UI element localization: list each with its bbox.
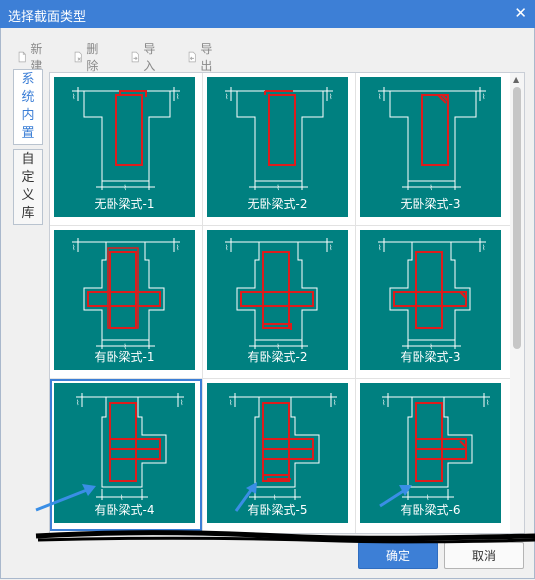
section-label: 有卧梁式-2: [247, 350, 308, 364]
delete-file-icon: [74, 51, 82, 63]
grid-divider: [50, 225, 510, 226]
section-type-option[interactable]: ⌇ ⌇ ⌇ 有卧梁式-4: [50, 379, 202, 531]
section-thumbnail: ⌇ ⌇ ⌇ 有卧梁式-5: [207, 383, 348, 523]
section-label: 无卧梁式-2: [247, 197, 308, 211]
section-thumbnail: ⌇ ⌇ ⌇ 无卧梁式-3: [360, 77, 501, 217]
svg-text:⌇: ⌇: [225, 244, 228, 252]
svg-text:⌇: ⌇: [482, 93, 485, 101]
section-thumbnail: ⌇ ⌇ ⌇ 有卧梁式-4: [54, 383, 195, 523]
svg-text:⌇: ⌇: [378, 93, 381, 101]
export-label: 导出: [200, 42, 213, 73]
scroll-thumb[interactable]: [513, 87, 521, 349]
vertical-scrollbar[interactable]: ▲: [510, 73, 524, 533]
svg-text:⌇: ⌇: [378, 244, 381, 252]
section-type-grid: ⌇ ⌇ ⌇ 无卧梁式-1 ⌇ ⌇ ⌇ 无卧梁式-2 ⌇ ⌇ ⌇ 无卧梁式-3 ⌇ ⌇ ⌇ 有卧梁式-1 ⌇ ⌇ ⌇ 有…: [49, 72, 525, 534]
dialog-title: 选择截面类型: [8, 10, 87, 25]
section-label: 无卧梁式-1: [94, 197, 155, 211]
scroll-up-arrow-icon[interactable]: ▲: [513, 75, 519, 84]
svg-text:⌇: ⌇: [482, 244, 485, 252]
section-label: 有卧梁式-3: [400, 350, 461, 364]
title-bar: 选择截面类型 ✕: [0, 0, 535, 28]
close-icon[interactable]: ✕: [514, 4, 527, 22]
section-thumbnail: ⌇ ⌇ ⌇ 无卧梁式-1: [54, 77, 195, 217]
import-label: 导入: [143, 42, 156, 73]
section-type-option[interactable]: ⌇ ⌇ ⌇ 无卧梁式-1: [50, 73, 202, 225]
ok-button[interactable]: 确定: [358, 542, 438, 569]
new-file-icon: [18, 51, 26, 63]
section-type-option[interactable]: ⌇ ⌇ ⌇ 无卧梁式-2: [203, 73, 355, 225]
svg-text:⌇: ⌇: [329, 93, 332, 101]
dialog-body: 新建 删除 导入 导出 系统内置 自定义库 ⌇ ⌇ ⌇ 无卧梁式-1 ⌇ ⌇ ⌇ 无: [0, 28, 535, 579]
section-label: 有卧梁式-6: [400, 503, 461, 517]
section-thumbnail: ⌇ ⌇ ⌇ 有卧梁式-2: [207, 230, 348, 370]
svg-text:⌇: ⌇: [72, 244, 75, 252]
delete-button[interactable]: 删除: [73, 40, 103, 74]
section-type-option[interactable]: ⌇ ⌇ ⌇ 有卧梁式-3: [356, 226, 508, 378]
section-thumbnail: ⌇ ⌇ ⌇ 有卧梁式-3: [360, 230, 501, 370]
tab-custom-library[interactable]: 自定义库: [13, 149, 43, 225]
svg-text:⌇: ⌇: [382, 399, 385, 407]
tab-system-builtin[interactable]: 系统内置: [13, 69, 43, 145]
section-type-option[interactable]: ⌇ ⌇ ⌇ 有卧梁式-2: [203, 226, 355, 378]
section-label: 无卧梁式-3: [400, 197, 461, 211]
section-type-option[interactable]: ⌇ ⌇ ⌇ 有卧梁式-5: [203, 379, 355, 531]
svg-text:⌇: ⌇: [176, 244, 179, 252]
svg-text:⌇: ⌇: [430, 184, 433, 192]
export-icon: [188, 51, 196, 63]
section-thumbnail: ⌇ ⌇ ⌇ 无卧梁式-2: [207, 77, 348, 217]
svg-text:⌇: ⌇: [225, 93, 228, 101]
cancel-button[interactable]: 取消: [444, 542, 524, 569]
grid-divider: [50, 378, 510, 379]
section-thumbnail: ⌇ ⌇ ⌇ 有卧梁式-6: [360, 383, 501, 523]
section-type-option[interactable]: ⌇ ⌇ ⌇ 有卧梁式-1: [50, 226, 202, 378]
import-icon: [131, 51, 139, 63]
svg-text:⌇: ⌇: [72, 93, 75, 101]
section-thumbnail: ⌇ ⌇ ⌇ 有卧梁式-1: [54, 230, 195, 370]
section-type-option[interactable]: ⌇ ⌇ ⌇ 有卧梁式-6: [356, 379, 508, 531]
section-label: 有卧梁式-1: [94, 350, 155, 364]
svg-text:⌇: ⌇: [486, 399, 489, 407]
svg-text:⌇: ⌇: [76, 399, 79, 407]
svg-text:⌇: ⌇: [329, 244, 332, 252]
delete-label: 删除: [86, 42, 99, 73]
svg-text:⌇: ⌇: [176, 93, 179, 101]
import-button[interactable]: 导入: [130, 40, 160, 74]
svg-text:⌇: ⌇: [124, 184, 127, 192]
grid-divider: [355, 73, 356, 533]
svg-text:⌇: ⌇: [277, 184, 280, 192]
export-button[interactable]: 导出: [187, 40, 217, 74]
svg-text:⌇: ⌇: [180, 399, 183, 407]
section-label: 有卧梁式-4: [94, 503, 155, 517]
svg-text:⌇: ⌇: [229, 399, 232, 407]
section-type-option[interactable]: ⌇ ⌇ ⌇ 无卧梁式-3: [356, 73, 508, 225]
svg-text:⌇: ⌇: [333, 399, 336, 407]
section-label: 有卧梁式-5: [247, 503, 308, 517]
grid-divider: [202, 73, 203, 533]
